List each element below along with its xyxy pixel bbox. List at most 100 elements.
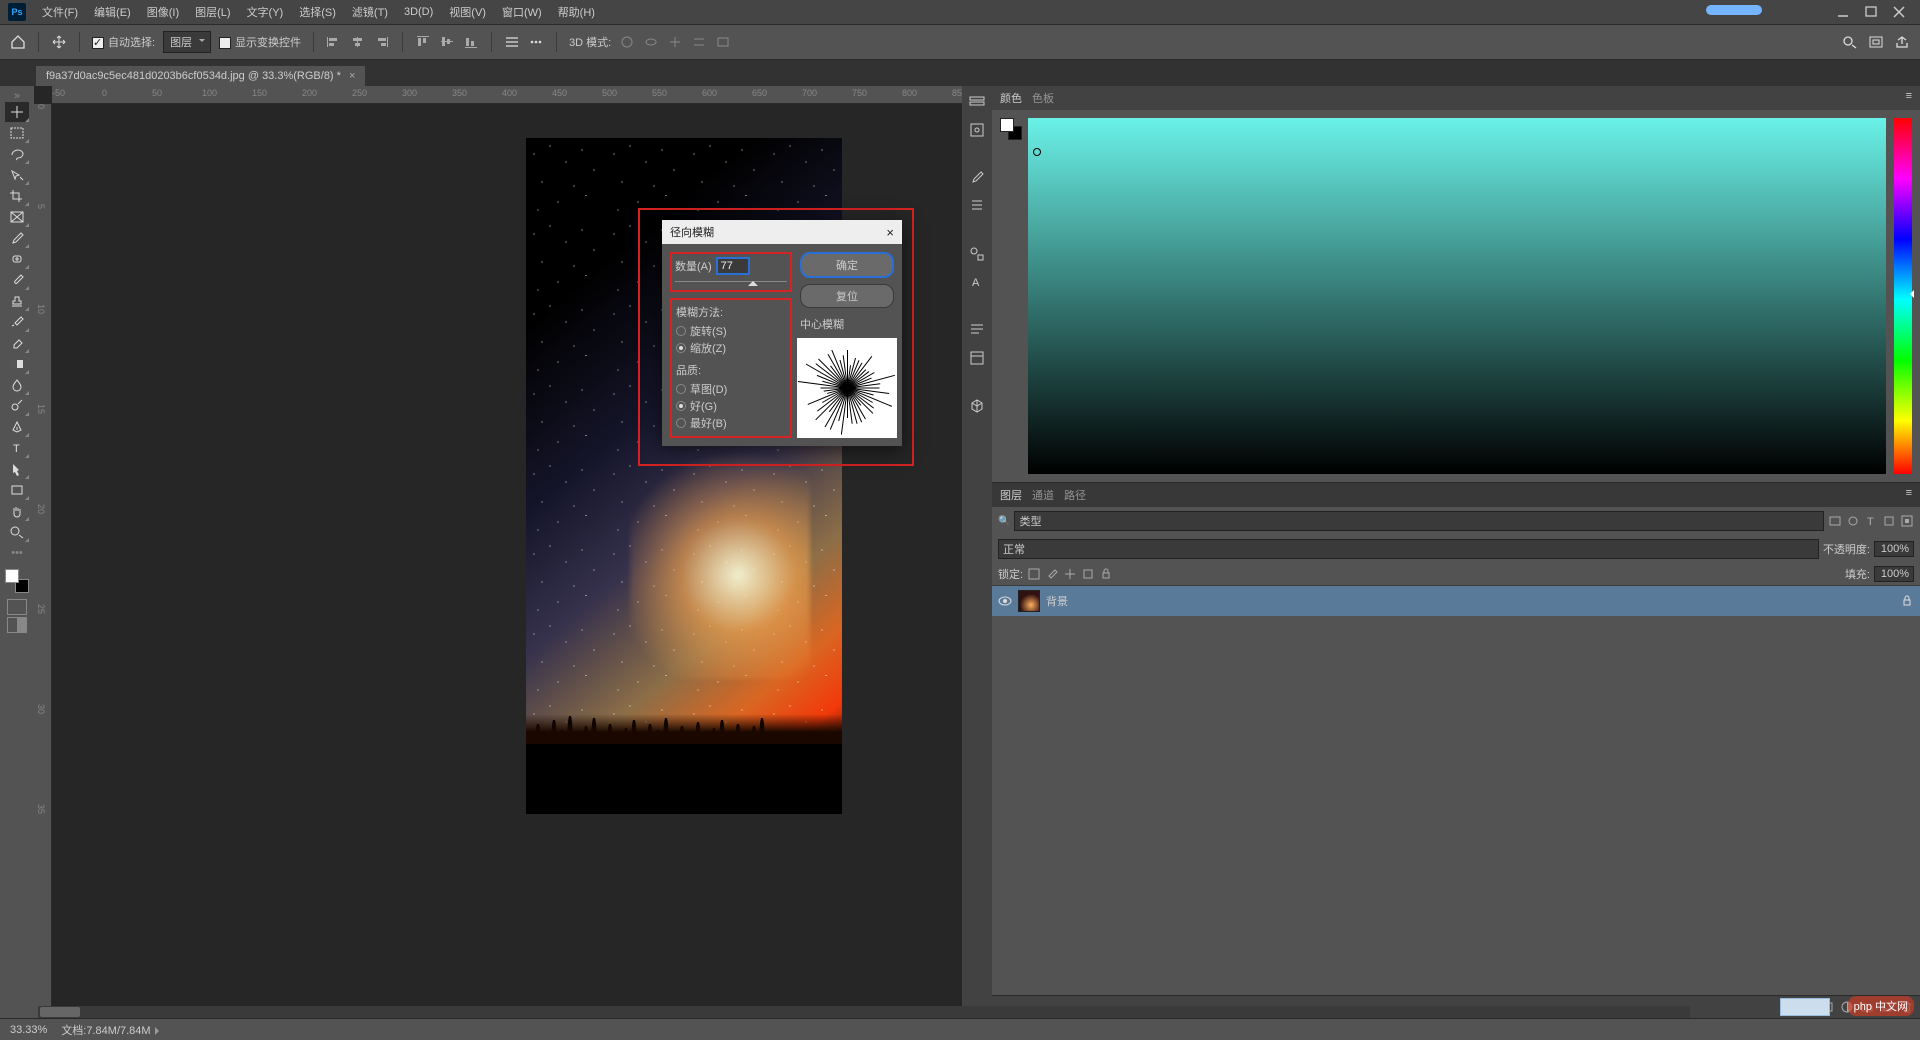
- blur-center-preview[interactable]: [797, 338, 897, 438]
- panel-color-swatch[interactable]: [1000, 118, 1022, 140]
- gradient-tool[interactable]: [5, 354, 29, 374]
- 3d-slide-icon[interactable]: [691, 35, 707, 49]
- tab-paths[interactable]: 路径: [1064, 487, 1086, 503]
- 3d-scale-icon[interactable]: [715, 35, 731, 49]
- healing-tool[interactable]: [5, 249, 29, 269]
- align-vcenter-icon[interactable]: [439, 35, 455, 49]
- 3d-pan-icon[interactable]: [667, 35, 683, 49]
- menu-layer[interactable]: 图层(L): [187, 4, 238, 20]
- eraser-tool[interactable]: [5, 333, 29, 353]
- tab-color[interactable]: 颜色: [1000, 90, 1022, 106]
- doc-info[interactable]: 文档:7.84M/7.84M: [61, 1025, 150, 1037]
- tab-layers[interactable]: 图层: [1000, 487, 1022, 503]
- dialog-titlebar[interactable]: 径向模糊 ×: [662, 220, 902, 244]
- align-left-icon[interactable]: [326, 35, 342, 49]
- amount-input[interactable]: [716, 257, 750, 275]
- menu-type[interactable]: 文字(Y): [239, 4, 292, 20]
- panel-menu-icon[interactable]: ≡: [1906, 90, 1912, 106]
- menu-help[interactable]: 帮助(H): [550, 4, 603, 20]
- adjustments-panel-icon[interactable]: [965, 242, 989, 266]
- menu-window[interactable]: 窗口(W): [494, 4, 550, 20]
- align-right-icon[interactable]: [374, 35, 390, 49]
- brush-presets-icon[interactable]: [965, 194, 989, 218]
- minimize-button[interactable]: [1836, 5, 1850, 19]
- zoom-level[interactable]: 33.33%: [10, 1024, 47, 1036]
- lock-artboard-icon[interactable]: [1081, 567, 1095, 581]
- stamp-tool[interactable]: [5, 291, 29, 311]
- eyedropper-tool[interactable]: [5, 228, 29, 248]
- tab-channels[interactable]: 通道: [1032, 487, 1054, 503]
- horizontal-scrollbar[interactable]: [38, 1006, 1690, 1018]
- blend-mode-dropdown[interactable]: 正常: [998, 539, 1819, 559]
- tab-swatches[interactable]: 色板: [1032, 90, 1054, 106]
- home-icon[interactable]: [10, 35, 26, 49]
- color-swatches[interactable]: [5, 569, 29, 593]
- layers-panel-menu-icon[interactable]: ≡: [1906, 487, 1912, 503]
- type-tool[interactable]: T: [5, 438, 29, 458]
- distribute-icon[interactable]: [504, 35, 520, 49]
- fill-field[interactable]: 100%: [1874, 566, 1914, 582]
- filter-shape-icon[interactable]: [1882, 514, 1896, 528]
- 3d-orbit-icon[interactable]: [619, 35, 635, 49]
- align-top-icon[interactable]: [415, 35, 431, 49]
- layer-lock-icon[interactable]: [1900, 594, 1914, 608]
- ruler-vertical[interactable]: 05101520253035: [34, 104, 52, 1018]
- lock-position-icon[interactable]: [1063, 567, 1077, 581]
- shape-tool[interactable]: [5, 480, 29, 500]
- menu-select[interactable]: 选择(S): [291, 4, 344, 20]
- quality-best-radio[interactable]: 最好(B): [676, 415, 786, 431]
- brush-tool[interactable]: [5, 270, 29, 290]
- search-icon[interactable]: [1842, 35, 1858, 49]
- edit-toolbar[interactable]: •••: [5, 543, 29, 563]
- history-brush-tool[interactable]: [5, 312, 29, 332]
- menu-filter[interactable]: 滤镜(T): [344, 4, 396, 20]
- method-spin-radio[interactable]: 旋转(S): [676, 323, 786, 339]
- lock-pixels-icon[interactable]: [1045, 567, 1059, 581]
- document-tab[interactable]: f9a37d0ac9c5ec481d0203b6cf0534d.jpg @ 33…: [36, 66, 365, 86]
- ok-button[interactable]: 确定: [800, 252, 894, 278]
- canvas[interactable]: -500501001502002503003504004505005506006…: [34, 86, 962, 1018]
- menu-image[interactable]: 图像(I): [139, 4, 187, 20]
- amount-slider[interactable]: [675, 277, 787, 287]
- 3d-roll-icon[interactable]: [643, 35, 659, 49]
- menu-file[interactable]: 文件(F): [34, 4, 86, 20]
- visibility-icon[interactable]: [998, 595, 1012, 607]
- properties-panel-icon[interactable]: [965, 118, 989, 142]
- show-transform-checkbox[interactable]: [219, 37, 231, 49]
- method-zoom-radio[interactable]: 缩放(Z): [676, 340, 786, 356]
- filter-smart-icon[interactable]: [1900, 514, 1914, 528]
- lock-all-icon[interactable]: [1099, 567, 1113, 581]
- quality-good-radio[interactable]: 好(G): [676, 398, 786, 414]
- quick-select-tool[interactable]: [5, 165, 29, 185]
- menu-edit[interactable]: 编辑(E): [86, 4, 139, 20]
- screen-mode-toggle[interactable]: [7, 617, 27, 633]
- opacity-field[interactable]: 100%: [1874, 541, 1914, 557]
- align-hcenter-icon[interactable]: [350, 35, 366, 49]
- path-select-tool[interactable]: [5, 459, 29, 479]
- libraries-panel-icon[interactable]: [965, 346, 989, 370]
- filter-type-icon[interactable]: T: [1864, 514, 1878, 528]
- layer-filter-dropdown[interactable]: 类型: [1014, 511, 1824, 531]
- 3d-panel-icon[interactable]: [965, 394, 989, 418]
- filter-adjust-icon[interactable]: [1846, 514, 1860, 528]
- marquee-tool[interactable]: [5, 123, 29, 143]
- color-field[interactable]: [1028, 118, 1886, 474]
- quick-mask-toggle[interactable]: [7, 599, 27, 615]
- move-tool[interactable]: [5, 102, 29, 122]
- dodge-tool[interactable]: [5, 396, 29, 416]
- quality-draft-radio[interactable]: 草图(D): [676, 381, 786, 397]
- brush-settings-icon[interactable]: [965, 166, 989, 190]
- menu-3d[interactable]: 3D(D): [396, 6, 441, 18]
- history-panel-icon[interactable]: [965, 90, 989, 114]
- frame-icon[interactable]: [1868, 35, 1884, 49]
- tab-close-icon[interactable]: ×: [349, 70, 355, 82]
- paragraph-panel-icon[interactable]: [965, 318, 989, 342]
- hand-tool[interactable]: [5, 501, 29, 521]
- ruler-horizontal[interactable]: -500501001502002503003504004505005506006…: [52, 86, 962, 104]
- zoom-tool[interactable]: [5, 522, 29, 542]
- character-panel-icon[interactable]: A: [965, 270, 989, 294]
- share-icon[interactable]: [1894, 35, 1910, 49]
- crop-tool[interactable]: [5, 186, 29, 206]
- layer-background[interactable]: 背景: [992, 586, 1920, 616]
- frame-tool[interactable]: [5, 207, 29, 227]
